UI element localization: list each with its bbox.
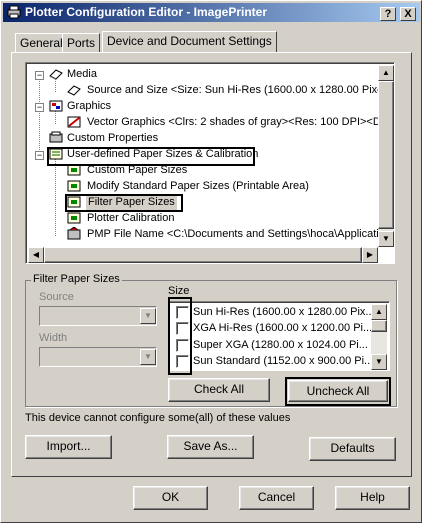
tree-scroll-right-icon[interactable]: ▶ (362, 247, 378, 263)
tree-item-pmp-file-name[interactable]: PMP File Name <C:\Documents and Settings… (87, 226, 385, 242)
highlight-user-defined-item (47, 147, 255, 166)
tree-item-modify-standard-sizes[interactable]: Modify Standard Paper Sizes (Printable A… (87, 178, 309, 194)
source-label: Source (39, 291, 74, 303)
pmp-file-icon (67, 227, 81, 240)
tab-device-document-settings[interactable]: Device and Document Settings (102, 31, 277, 53)
size-item-label[interactable]: Sun Standard (1152.00 x 900.00 Pi... (193, 355, 373, 367)
save-as-button[interactable]: Save As... (167, 435, 254, 459)
window-title: Plotter Configuration Editor - ImagePrin… (25, 5, 268, 19)
tree-scroll-up-icon[interactable]: ▲ (378, 65, 394, 81)
highlight-filter-item (65, 194, 183, 212)
plotter-app-icon (7, 5, 21, 19)
ok-button[interactable]: OK (133, 486, 208, 510)
tree-item-source-size[interactable]: Source and Size <Size: Sun Hi-Res (1600.… (87, 82, 391, 98)
size-label: Size (168, 285, 190, 297)
check-all-button[interactable]: Check All (168, 378, 270, 402)
cancel-button[interactable]: Cancel (239, 486, 314, 510)
tree-scroll-down-icon[interactable]: ▼ (378, 231, 394, 247)
source-dropdown[interactable]: ▼ (39, 306, 157, 326)
size-item-label[interactable]: Super XGA (1280.00 x 1024.00 Pi... (193, 339, 368, 351)
media-icon (49, 69, 63, 80)
modify-paper-sizes-icon (67, 180, 81, 192)
import-button[interactable]: Import... (25, 435, 112, 459)
help-button[interactable]: Help (335, 486, 410, 510)
status-message: This device cannot configure some(all) o… (25, 412, 291, 424)
tree-item-media[interactable]: Media (67, 66, 97, 82)
tree-item-custom-properties[interactable]: Custom Properties (67, 130, 158, 146)
size-scroll-up-icon[interactable]: ▲ (371, 304, 387, 320)
filter-group-title: Filter Paper Sizes (31, 273, 122, 285)
dialog-window: Plotter Configuration Editor - ImagePrin… (0, 0, 422, 523)
tab-ports[interactable]: Ports (62, 33, 101, 53)
size-scroll-thumb[interactable] (371, 320, 387, 332)
tree-vscroll-thumb[interactable] (378, 81, 394, 229)
help-title-button[interactable]: ? (380, 7, 396, 21)
title-bar[interactable]: Plotter Configuration Editor - ImagePrin… (3, 3, 420, 22)
paper-size-icon (67, 85, 81, 96)
defaults-button[interactable]: Defaults (309, 437, 396, 461)
size-item-label[interactable]: XGA Hi-Res (1600.00 x 1200.00 Pi... (193, 322, 372, 334)
tree-item-graphics[interactable]: Graphics (67, 98, 111, 114)
collapse-user-defined-icon[interactable]: − (35, 151, 44, 160)
tree-scroll-left-icon[interactable]: ◀ (28, 247, 44, 263)
collapse-media-icon[interactable]: − (35, 71, 44, 80)
width-dropdown-arrow-icon[interactable]: ▼ (140, 349, 156, 365)
tab-general[interactable]: General (15, 33, 68, 53)
width-dropdown[interactable]: ▼ (39, 347, 157, 367)
size-item-label[interactable]: Sun Hi-Res (1600.00 x 1280.00 Pix... (193, 306, 375, 318)
size-checklist[interactable]: Sun Hi-Res (1600.00 x 1280.00 Pix... XGA… (168, 301, 390, 371)
graphics-icon (49, 100, 63, 112)
source-dropdown-arrow-icon[interactable]: ▼ (140, 308, 156, 324)
tree-hscroll-thumb[interactable] (44, 247, 362, 263)
vector-graphics-icon (67, 116, 81, 128)
highlight-checkbox-column (168, 297, 192, 375)
tree-item-vector-graphics[interactable]: Vector Graphics <Clrs: 2 shades of gray>… (87, 114, 390, 130)
size-scroll-down-icon[interactable]: ▼ (371, 354, 387, 370)
collapse-graphics-icon[interactable]: − (35, 103, 44, 112)
custom-properties-icon (49, 131, 63, 143)
highlight-uncheck-all (285, 377, 391, 406)
plotter-calibration-icon (67, 212, 81, 224)
close-title-button[interactable]: X (400, 7, 416, 21)
width-label: Width (39, 332, 68, 344)
tree-item-plotter-calibration[interactable]: Plotter Calibration (87, 210, 174, 226)
